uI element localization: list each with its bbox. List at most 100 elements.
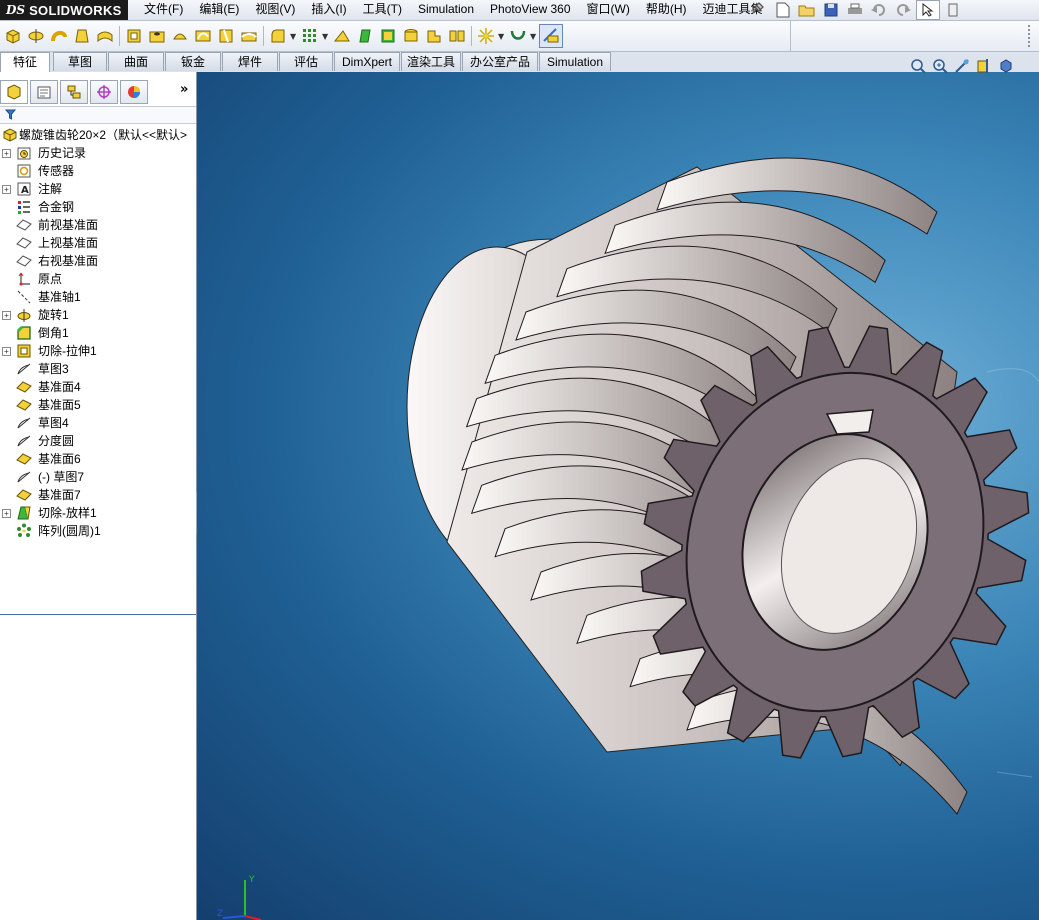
rib-icon[interactable]	[331, 25, 353, 47]
tab-sheet-metal[interactable]: 钣金	[165, 52, 221, 71]
boundary-cut-icon[interactable]	[238, 25, 260, 47]
menu-photoview[interactable]: PhotoView 360	[482, 0, 579, 20]
curves-icon[interactable]	[507, 25, 529, 47]
tree-item[interactable]: (-) 草图7	[0, 468, 196, 486]
draft-icon[interactable]	[354, 25, 376, 47]
hole-wizard-icon[interactable]	[146, 25, 168, 47]
tree-filter-bar[interactable]	[0, 106, 196, 124]
redo-icon[interactable]	[892, 1, 914, 19]
tree-item[interactable]: 原点	[0, 270, 196, 288]
zoom-to-fit-icon[interactable]	[910, 58, 926, 74]
mirror-icon[interactable]	[446, 25, 468, 47]
menu-file[interactable]: 文件(F)	[136, 0, 191, 20]
zoom-to-area-icon[interactable]	[932, 58, 948, 74]
instant3d-icon[interactable]	[539, 24, 563, 48]
boundary-boss-icon[interactable]	[94, 25, 116, 47]
tab-simulation[interactable]: Simulation	[539, 52, 611, 71]
curves-dropdown-arrow-icon[interactable]: ▼	[530, 32, 538, 41]
solidworks-logo[interactable]: DS SOLIDWORKS	[0, 0, 128, 20]
tree-item[interactable]: 分度圆	[0, 432, 196, 450]
reference-dropdown-arrow-icon[interactable]: ▼	[498, 32, 506, 41]
new-document-icon[interactable]	[772, 1, 794, 19]
feature-manager-tab-icon[interactable]	[0, 80, 28, 104]
toolbar-grip[interactable]	[1028, 25, 1032, 47]
expand-toggle-icon[interactable]: +	[2, 347, 11, 356]
print-icon[interactable]	[844, 1, 866, 19]
tab-weldments[interactable]: 焊件	[222, 52, 278, 71]
tree-item[interactable]: + A 注解	[0, 180, 196, 198]
tree-item[interactable]: 草图4	[0, 414, 196, 432]
revolved-boss-icon[interactable]	[25, 25, 47, 47]
undo-icon[interactable]	[868, 1, 890, 19]
tree-item[interactable]: 传感器	[0, 162, 196, 180]
tab-dimxpert[interactable]: DimXpert	[334, 52, 400, 71]
tree-item[interactable]: 倒角1	[0, 324, 196, 342]
property-manager-tab-icon[interactable]	[30, 80, 58, 104]
extruded-boss-icon[interactable]	[2, 25, 24, 47]
wrap-icon[interactable]	[400, 25, 422, 47]
menu-edit[interactable]: 编辑(E)	[191, 0, 247, 20]
shell-icon[interactable]	[377, 25, 399, 47]
swept-boss-icon[interactable]	[48, 25, 70, 47]
save-icon[interactable]	[820, 1, 842, 19]
open-folder-icon[interactable]	[796, 1, 818, 19]
tree-item[interactable]: 基准轴1	[0, 288, 196, 306]
previous-view-icon[interactable]	[954, 58, 970, 74]
lofted-cut-icon[interactable]	[215, 25, 237, 47]
expand-toggle-icon[interactable]: +	[2, 311, 11, 320]
tree-item[interactable]: 基准面7	[0, 486, 196, 504]
menu-simulation[interactable]: Simulation	[410, 0, 482, 20]
section-view-icon[interactable]	[976, 58, 992, 74]
pin-icon[interactable]	[750, 2, 764, 16]
more-tabs-chevron-icon[interactable]: »	[180, 82, 188, 97]
configuration-manager-tab-icon[interactable]	[60, 80, 88, 104]
tab-sketch[interactable]: 草图	[53, 52, 107, 71]
tab-office-products[interactable]: 办公室产品	[462, 52, 538, 71]
tree-item[interactable]: 草图3	[0, 360, 196, 378]
expand-toggle-icon[interactable]: +	[2, 149, 11, 158]
tree-item[interactable]: + 旋转1	[0, 306, 196, 324]
expand-toggle-icon[interactable]: +	[2, 509, 11, 518]
tree-item[interactable]: 前视基准面	[0, 216, 196, 234]
menu-help[interactable]: 帮助(H)	[638, 0, 695, 20]
tab-surfaces[interactable]: 曲面	[108, 52, 164, 71]
tree-item[interactable]: 基准面6	[0, 450, 196, 468]
expand-toggle-icon[interactable]: +	[2, 185, 11, 194]
tree-item[interactable]: + 切除-拉伸1	[0, 342, 196, 360]
tree-item[interactable]: 基准面5	[0, 396, 196, 414]
fillet-dropdown-arrow-icon[interactable]: ▼	[290, 32, 298, 41]
tab-evaluate[interactable]: 评估	[279, 52, 333, 71]
tree-item[interactable]: 基准面4	[0, 378, 196, 396]
dimxpert-manager-tab-icon[interactable]	[90, 80, 118, 104]
tab-features[interactable]: 特征	[0, 52, 50, 73]
tree-item[interactable]: + 历史记录	[0, 144, 196, 162]
fillet-icon[interactable]	[267, 25, 289, 47]
menu-tools[interactable]: 工具(T)	[355, 0, 410, 20]
options-icon[interactable]	[942, 1, 964, 19]
menu-window[interactable]: 窗口(W)	[579, 0, 638, 20]
menu-view[interactable]: 视图(V)	[247, 0, 303, 20]
lofted-boss-icon[interactable]	[71, 25, 93, 47]
tree-item[interactable]: + 切除-放样1	[0, 504, 196, 522]
graphics-area[interactable]: Y Z	[197, 72, 1039, 920]
tree-root-part[interactable]: 螺旋锥齿轮20×2（默认<<默认>	[0, 126, 196, 144]
rollback-bar[interactable]	[0, 614, 196, 615]
filter-icon[interactable]	[5, 109, 16, 120]
tab-render-tools[interactable]: 渲染工具	[401, 52, 461, 71]
intersect-icon[interactable]	[423, 25, 445, 47]
revolved-cut-icon[interactable]	[169, 25, 191, 47]
extruded-cut-icon[interactable]	[123, 25, 145, 47]
swept-cut-icon[interactable]	[192, 25, 214, 47]
linear-pattern-icon[interactable]	[299, 25, 321, 47]
tree-item[interactable]: 上视基准面	[0, 234, 196, 252]
view-orientation-icon[interactable]	[998, 58, 1014, 74]
reference-geometry-icon[interactable]	[475, 25, 497, 47]
menu-insert[interactable]: 插入(I)	[303, 0, 354, 20]
display-manager-tab-icon[interactable]	[120, 80, 148, 104]
tree-item[interactable]: 右视基准面	[0, 252, 196, 270]
tree-item[interactable]: 合金钢	[0, 198, 196, 216]
select-pointer-icon[interactable]	[916, 0, 940, 20]
pattern-dropdown-arrow-icon[interactable]: ▼	[322, 32, 330, 41]
spiral-bevel-gear-model[interactable]	[197, 72, 1039, 920]
tree-item[interactable]: 阵列(圆周)1	[0, 522, 196, 540]
